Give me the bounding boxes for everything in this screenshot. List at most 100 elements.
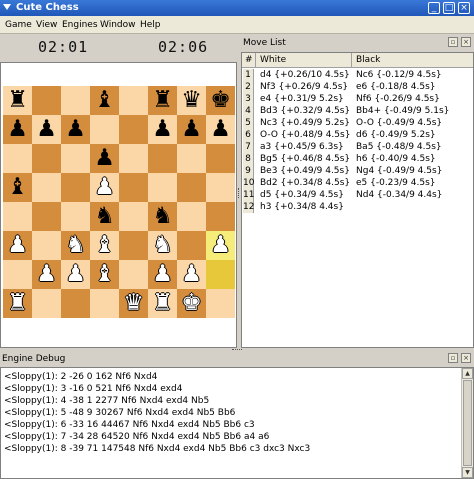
white-move[interactable]: Bd2 {+0.34/8 4.5s} (260, 177, 350, 189)
black-bishop-icon[interactable]: ♝ (94, 87, 115, 113)
square-h1[interactable] (206, 289, 235, 318)
black-bishop-icon[interactable]: ♝ (7, 174, 28, 200)
square-g4[interactable] (177, 202, 206, 231)
black-move[interactable]: Bb4+ {-0.49/9 5.1s} (356, 105, 449, 117)
white-pawn-icon[interactable]: ♟ (181, 261, 202, 287)
black-pawn-icon[interactable]: ♟ (36, 116, 57, 142)
move-row[interactable]: 7 a3 {+0.45/9 6.3s} Ba5 {-0.48/9 4.5s} (242, 141, 473, 153)
white-pawn-icon[interactable]: ♟ (65, 261, 86, 287)
square-e2[interactable] (119, 260, 148, 289)
square-e6[interactable] (119, 144, 148, 173)
white-knight-icon[interactable]: ♞ (65, 232, 86, 258)
square-g3[interactable] (177, 231, 206, 260)
white-knight-icon[interactable]: ♞ (152, 232, 173, 258)
square-g1[interactable]: ♚ (177, 289, 206, 318)
square-c3[interactable]: ♞ (61, 231, 90, 260)
move-row[interactable]: 4 Bd3 {+0.32/9 4.5s} Bb4+ {-0.49/9 5.1s} (242, 105, 473, 117)
square-g7[interactable]: ♟ (177, 115, 206, 144)
move-table[interactable]: # White Black 1 d4 {+0.26/10 4.5s} Nc6 {-0… (241, 52, 474, 348)
white-pawn-icon[interactable]: ♟ (152, 261, 173, 287)
square-d3[interactable]: ♝ (90, 231, 119, 260)
square-g5[interactable] (177, 173, 206, 202)
move-row[interactable]: 10 Bd2 {+0.34/8 4.5s} e5 {-0.23/9 4.5s} (242, 177, 473, 189)
scroll-down-icon[interactable]: ▼ (462, 467, 473, 478)
square-a8[interactable]: ♜ (3, 86, 32, 115)
move-row[interactable]: 9 Be3 {+0.49/9 4.5s} Ng4 {-0.49/9 4.5s} (242, 165, 473, 177)
move-row[interactable]: 3 e4 {+0.31/9 5.2s} Nf6 {-0.26/9 4.5s} (242, 93, 473, 105)
black-queen-icon[interactable]: ♛ (181, 87, 202, 113)
square-h2[interactable] (206, 260, 235, 289)
black-rook-icon[interactable]: ♜ (152, 87, 173, 113)
black-move[interactable]: Nf6 {-0.26/9 4.5s} (356, 93, 440, 105)
black-pawn-icon[interactable]: ♟ (65, 116, 86, 142)
square-a3[interactable]: ♟ (3, 231, 32, 260)
square-g6[interactable] (177, 144, 206, 173)
square-d4[interactable]: ♞ (90, 202, 119, 231)
white-pawn-icon[interactable]: ♟ (94, 174, 115, 200)
white-rook-icon[interactable]: ♜ (7, 290, 28, 316)
square-d8[interactable]: ♝ (90, 86, 119, 115)
square-h7[interactable]: ♟ (206, 115, 235, 144)
square-d1[interactable] (90, 289, 119, 318)
white-rook-icon[interactable]: ♜ (152, 290, 173, 316)
header-white[interactable]: White (260, 55, 286, 65)
square-f4[interactable]: ♞ (148, 202, 177, 231)
white-move[interactable]: O-O {+0.48/9 4.5s} (260, 129, 350, 141)
black-pawn-icon[interactable]: ♟ (181, 116, 202, 142)
square-c6[interactable] (61, 144, 90, 173)
scroll-thumb[interactable] (463, 380, 472, 466)
black-king-icon[interactable]: ♚ (210, 87, 231, 113)
square-h4[interactable] (206, 202, 235, 231)
white-bishop-icon[interactable]: ♝ (94, 261, 115, 287)
square-b6[interactable] (32, 144, 61, 173)
close-panel-icon[interactable]: × (461, 353, 471, 363)
square-c7[interactable]: ♟ (61, 115, 90, 144)
square-e4[interactable] (119, 202, 148, 231)
square-e5[interactable] (119, 173, 148, 202)
square-h3[interactable]: ♟ (206, 231, 235, 260)
square-e1[interactable]: ♛ (119, 289, 148, 318)
square-h5[interactable] (206, 173, 235, 202)
square-a6[interactable] (3, 144, 32, 173)
square-c4[interactable] (61, 202, 90, 231)
menu-view[interactable]: View (36, 19, 57, 31)
square-a7[interactable]: ♟ (3, 115, 32, 144)
log-scrollbar[interactable]: ▲ ▼ (461, 368, 473, 478)
square-f3[interactable]: ♞ (148, 231, 177, 260)
square-e8[interactable] (119, 86, 148, 115)
black-pawn-icon[interactable]: ♟ (152, 116, 173, 142)
black-knight-icon[interactable]: ♞ (152, 203, 173, 229)
white-move[interactable]: h3 {+0.34/8 4.4s} (260, 201, 344, 213)
square-g2[interactable]: ♟ (177, 260, 206, 289)
minimize-button[interactable]: _ (428, 2, 440, 14)
float-panel-icon[interactable]: ▫ (448, 37, 458, 47)
square-c2[interactable]: ♟ (61, 260, 90, 289)
white-move[interactable]: Be3 {+0.49/9 4.5s} (260, 165, 350, 177)
white-move[interactable]: Bg5 {+0.46/8 4.5s} (260, 153, 350, 165)
header-black[interactable]: Black (356, 55, 380, 65)
square-h8[interactable]: ♚ (206, 86, 235, 115)
float-panel-icon[interactable]: ▫ (448, 353, 458, 363)
square-h6[interactable] (206, 144, 235, 173)
square-c8[interactable] (61, 86, 90, 115)
move-row[interactable]: 1 d4 {+0.26/10 4.5s} Nc6 {-0.12/9 4.5s} (242, 69, 473, 81)
black-rook-icon[interactable]: ♜ (7, 87, 28, 113)
black-move[interactable]: e5 {-0.23/9 4.5s} (356, 177, 435, 189)
move-row[interactable]: 2 Nf3 {+0.26/9 4.5s} e6 {-0.18/8 4.5s} (242, 81, 473, 93)
square-a4[interactable] (3, 202, 32, 231)
square-b2[interactable]: ♟ (32, 260, 61, 289)
black-move[interactable]: h6 {-0.40/9 4.5s} (356, 153, 436, 165)
square-f6[interactable] (148, 144, 177, 173)
menu-window[interactable]: Window (100, 19, 136, 31)
move-row[interactable]: 8 Bg5 {+0.46/8 4.5s} h6 {-0.40/9 4.5s} (242, 153, 473, 165)
square-f1[interactable]: ♜ (148, 289, 177, 318)
black-move[interactable]: Nd4 {-0.34/9 4.4s} (356, 189, 442, 201)
black-pawn-icon[interactable]: ♟ (94, 145, 115, 171)
menu-help[interactable]: Help (140, 19, 161, 31)
white-pawn-icon[interactable]: ♟ (36, 261, 57, 287)
scroll-up-icon[interactable]: ▲ (462, 368, 473, 379)
white-move[interactable]: Nf3 {+0.26/9 4.5s} (260, 81, 348, 93)
square-e7[interactable] (119, 115, 148, 144)
white-move[interactable]: d4 {+0.26/10 4.5s} (260, 69, 350, 81)
black-move[interactable]: Ng4 {-0.49/9 4.5s} (356, 165, 442, 177)
